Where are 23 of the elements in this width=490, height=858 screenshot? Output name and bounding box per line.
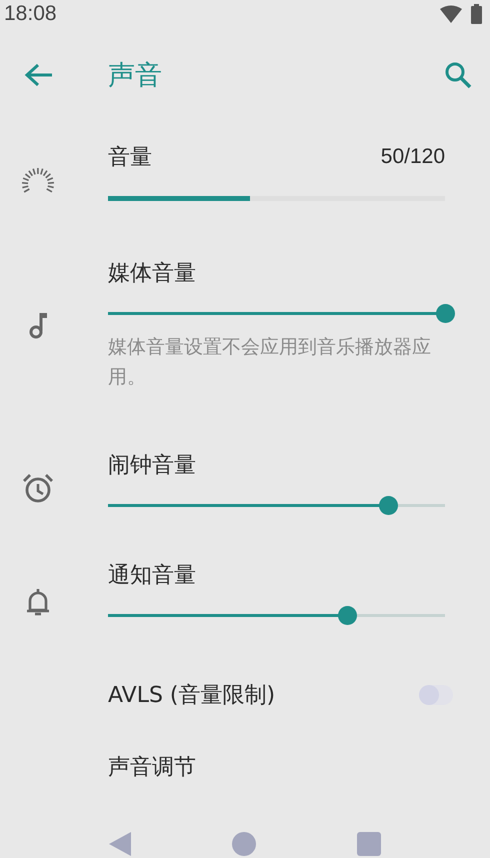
- setting-label: 通知音量: [108, 562, 196, 590]
- setting-label: 声音调节: [108, 754, 196, 782]
- recents-icon[interactable]: [357, 832, 382, 856]
- alarm-clock-icon: [22, 473, 54, 503]
- battery-icon: [471, 4, 482, 24]
- setting-label: AVLS (音量限制): [108, 682, 276, 710]
- music-note-icon: [28, 311, 48, 339]
- bell-icon: [25, 587, 51, 617]
- back-icon[interactable]: [108, 832, 131, 856]
- setting-label: 音量: [108, 144, 152, 172]
- wifi-icon: [439, 5, 463, 23]
- status-time: 18:08: [4, 2, 57, 26]
- setting-label: 闹钟音量: [108, 452, 196, 480]
- back-arrow-icon[interactable]: [24, 63, 54, 87]
- setting-label: 媒体音量: [108, 260, 196, 288]
- setting-description: 媒体音量设置不会应用到音乐播放器应用。: [108, 335, 432, 390]
- slider-thumb[interactable]: [436, 304, 455, 323]
- slider-thumb[interactable]: [378, 496, 398, 515]
- toolbar-title: 声音: [108, 59, 163, 93]
- search-icon[interactable]: [444, 61, 472, 89]
- home-icon[interactable]: [232, 832, 256, 856]
- slider-thumb[interactable]: [338, 606, 358, 625]
- volume-reading: 50/120: [380, 145, 445, 169]
